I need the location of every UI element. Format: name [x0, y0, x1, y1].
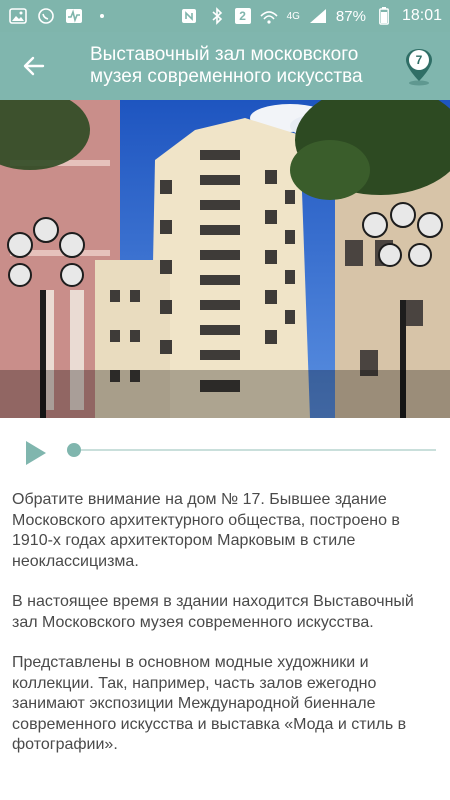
description-paragraph-2: В настоящее время в здании находится Выс…	[12, 593, 414, 631]
hero-image	[0, 100, 450, 418]
seek-thumb[interactable]	[67, 443, 81, 457]
battery-percent: 87%	[335, 7, 366, 25]
pin-number: 7	[409, 50, 429, 70]
app-bar: Выставочный зал московского музея соврем…	[0, 32, 450, 100]
status-bar: 2 4G 87% 18:01	[0, 0, 450, 32]
page-title: Выставочный зал московского музея соврем…	[90, 44, 390, 88]
photo-icon	[8, 6, 28, 26]
page-title-line-1: Выставочный зал московского	[90, 44, 359, 65]
dot-icon	[92, 6, 112, 26]
audio-player	[0, 418, 450, 486]
play-button[interactable]	[22, 438, 50, 468]
description: Обратите внимание на дом № 17. Бывшее зд…	[12, 490, 440, 776]
description-paragraph-1: Обратите внимание на дом № 17. Бывшее зд…	[12, 491, 400, 570]
notification-badge-icon: 2	[234, 8, 251, 24]
activity-icon	[64, 6, 84, 26]
network-type: 4G	[286, 10, 300, 22]
bluetooth-icon	[207, 6, 227, 26]
clock: 18:01	[401, 7, 442, 24]
arrow-left-icon	[23, 56, 45, 76]
notification-count: 2	[239, 9, 246, 23]
play-icon	[26, 441, 46, 465]
page-title-line-2: музея современного искусства	[90, 66, 363, 87]
seek-track[interactable]	[74, 449, 436, 451]
status-right: 2 4G 87% 18:01	[179, 6, 442, 26]
whatsapp-icon	[36, 6, 56, 26]
back-button[interactable]	[14, 46, 54, 86]
description-paragraph-3: Представлены в основном модные художники…	[12, 654, 407, 753]
wifi-icon	[259, 6, 279, 26]
signal-icon	[308, 6, 328, 26]
map-pin-button[interactable]: 7	[400, 46, 440, 88]
status-left	[8, 6, 112, 26]
nfc-icon	[179, 6, 199, 26]
battery-icon	[374, 6, 394, 26]
